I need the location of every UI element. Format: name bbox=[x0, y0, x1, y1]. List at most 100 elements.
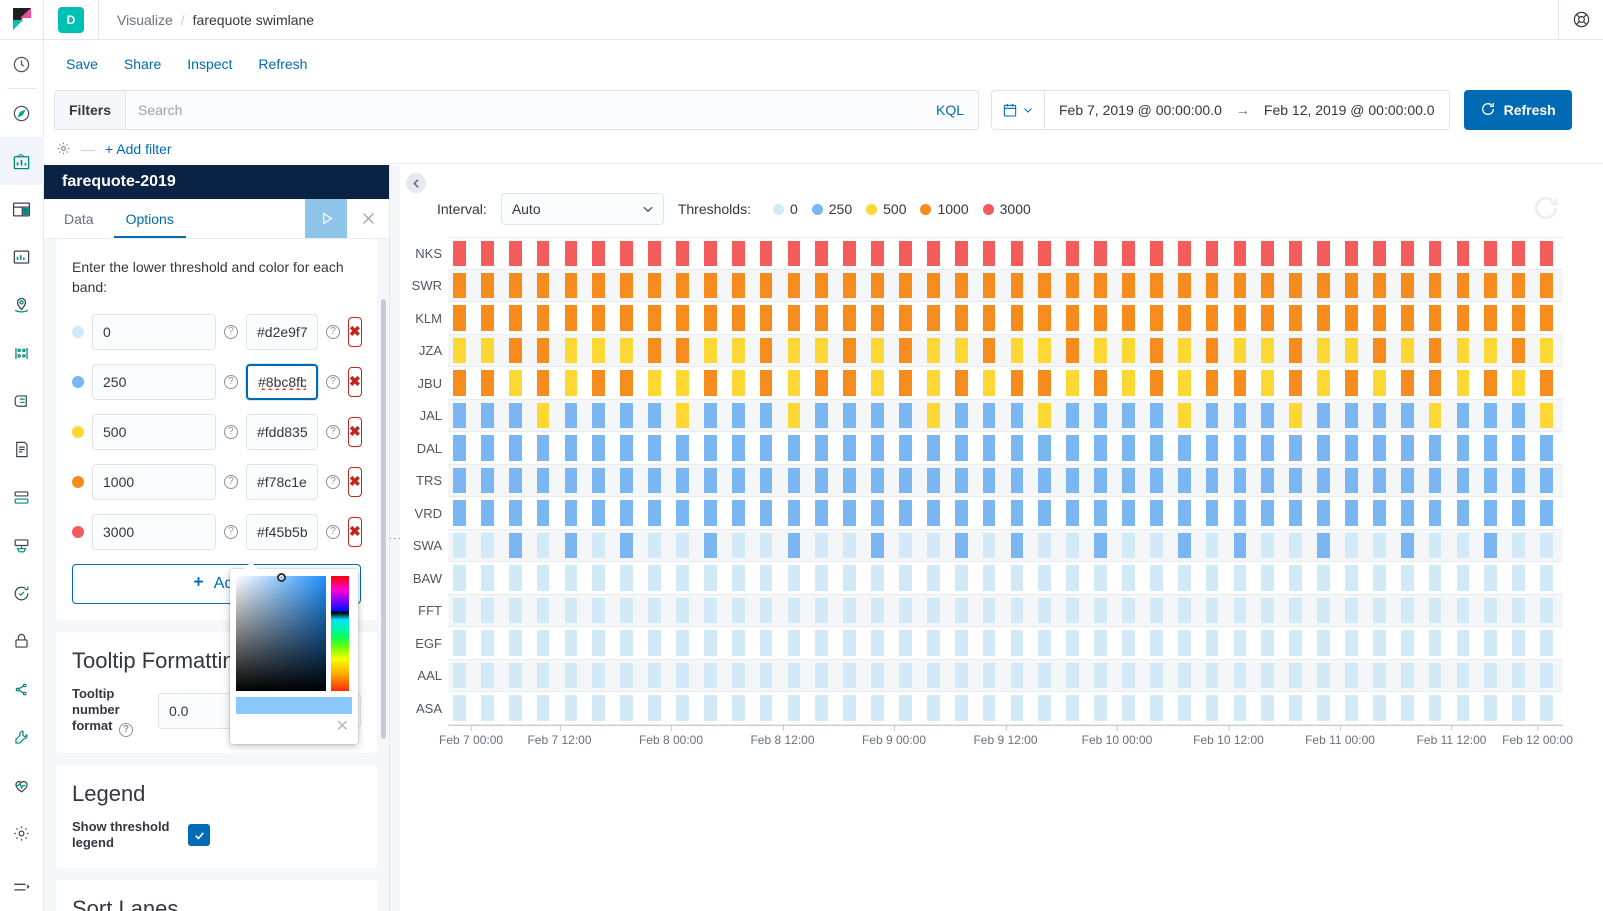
swimlane-bar[interactable] bbox=[1400, 241, 1414, 266]
swimlane-bar[interactable] bbox=[1345, 500, 1358, 526]
swimlane-cell[interactable] bbox=[1033, 627, 1061, 659]
swimlane-cell[interactable] bbox=[699, 335, 727, 367]
hue-slider[interactable] bbox=[331, 575, 349, 691]
swimlane-bar[interactable] bbox=[815, 435, 829, 461]
swimlane-bar[interactable] bbox=[480, 662, 494, 688]
swimlane-cell[interactable] bbox=[1396, 562, 1424, 594]
swimlane-cell[interactable] bbox=[587, 302, 615, 334]
swimlane-cell[interactable] bbox=[1256, 238, 1284, 269]
swimlane-bar[interactable] bbox=[1428, 500, 1442, 526]
swimlane-cell[interactable] bbox=[560, 270, 588, 302]
swimlane-cell[interactable] bbox=[560, 465, 588, 497]
swimlane-cell[interactable] bbox=[504, 238, 532, 269]
swimlane-cell[interactable] bbox=[587, 530, 615, 562]
swimlane-bar[interactable] bbox=[1094, 402, 1107, 428]
swimlane-bar[interactable] bbox=[954, 500, 968, 526]
swimlane-bar[interactable] bbox=[1066, 695, 1080, 721]
swimlane-bar[interactable] bbox=[1428, 370, 1442, 396]
swimlane-bar[interactable] bbox=[676, 597, 689, 623]
swimlane-bar[interactable] bbox=[1177, 272, 1191, 298]
swimlane-bar[interactable] bbox=[1372, 370, 1386, 396]
swimlane-cell[interactable] bbox=[783, 270, 811, 302]
swimlane-bar[interactable] bbox=[592, 597, 606, 623]
swimlane-bar[interactable] bbox=[954, 565, 968, 591]
swimlane-cell[interactable] bbox=[950, 595, 978, 627]
swimlane-cell[interactable] bbox=[978, 627, 1006, 659]
swimlane-cell[interactable] bbox=[448, 465, 476, 497]
swimlane-cell[interactable] bbox=[615, 497, 643, 529]
swimlane-bar[interactable] bbox=[759, 630, 773, 656]
swimlane-cell[interactable] bbox=[476, 238, 504, 269]
swimlane-cell[interactable] bbox=[894, 400, 922, 432]
swimlane-cell[interactable] bbox=[532, 627, 560, 659]
swimlane-cell[interactable] bbox=[1452, 400, 1480, 432]
swimlane-cell[interactable] bbox=[615, 238, 643, 269]
swimlane-bar[interactable] bbox=[564, 337, 578, 363]
swimlane-cell[interactable] bbox=[950, 530, 978, 562]
swimlane-bar[interactable] bbox=[592, 500, 606, 526]
swimlane-cell[interactable] bbox=[1452, 595, 1480, 627]
swimlane-bar[interactable] bbox=[1038, 305, 1052, 331]
swimlane-cell[interactable] bbox=[1117, 238, 1145, 269]
band-color-input[interactable] bbox=[246, 463, 318, 500]
swimlane-cell[interactable] bbox=[1256, 530, 1284, 562]
swimlane-cell[interactable] bbox=[1145, 302, 1173, 334]
swimlane-cell[interactable] bbox=[810, 530, 838, 562]
swimlane-cell[interactable] bbox=[1396, 595, 1424, 627]
swimlane-cell[interactable] bbox=[1340, 562, 1368, 594]
swimlane-bar[interactable] bbox=[1484, 695, 1498, 721]
swimlane-bar[interactable] bbox=[536, 435, 550, 461]
date-range-display[interactable]: Feb 7, 2019 @ 00:00:00.0 → Feb 12, 2019 … bbox=[1045, 102, 1449, 118]
swimlane-bar[interactable] bbox=[676, 370, 689, 396]
swimlane-bar[interactable] bbox=[787, 305, 801, 331]
swimlane-bar[interactable] bbox=[787, 435, 801, 461]
swimlane-bar[interactable] bbox=[1317, 305, 1330, 331]
swimlane-cell[interactable] bbox=[643, 692, 671, 724]
swimlane-bar[interactable] bbox=[1317, 565, 1330, 591]
swimlane-bar[interactable] bbox=[1066, 500, 1080, 526]
swimlane-cell[interactable] bbox=[755, 595, 783, 627]
swimlane-bar[interactable] bbox=[759, 467, 773, 493]
swimlane-cell[interactable] bbox=[1396, 400, 1424, 432]
swimlane-bar[interactable] bbox=[1484, 370, 1498, 396]
swimlane-cell[interactable] bbox=[1117, 465, 1145, 497]
swimlane-bar[interactable] bbox=[787, 630, 801, 656]
swimlane-bar[interactable] bbox=[1205, 402, 1219, 428]
swimlane-bar[interactable] bbox=[1149, 500, 1163, 526]
swimlane-cell[interactable] bbox=[866, 465, 894, 497]
swimlane-cell[interactable] bbox=[1284, 400, 1312, 432]
swimlane-cell[interactable] bbox=[922, 627, 950, 659]
swimlane-cell[interactable] bbox=[1452, 302, 1480, 334]
swimlane-bar[interactable] bbox=[899, 597, 912, 623]
swimlane-cell[interactable] bbox=[615, 367, 643, 399]
swimlane-bar[interactable] bbox=[731, 630, 745, 656]
show-threshold-legend-checkbox[interactable] bbox=[188, 824, 210, 847]
swimlane-cell[interactable] bbox=[671, 302, 699, 334]
swimlane-bar[interactable] bbox=[731, 532, 745, 558]
swimlane-bar[interactable] bbox=[899, 272, 912, 298]
swimlane-cell[interactable] bbox=[1006, 660, 1034, 692]
swimlane-cell[interactable] bbox=[1452, 692, 1480, 724]
swimlane-cell[interactable] bbox=[727, 335, 755, 367]
swimlane-bar[interactable] bbox=[620, 597, 634, 623]
swimlane-bar[interactable] bbox=[620, 500, 634, 526]
swimlane-bar[interactable] bbox=[1010, 305, 1024, 331]
swimlane-cell[interactable] bbox=[866, 627, 894, 659]
swimlane-cell[interactable] bbox=[1173, 692, 1201, 724]
swimlane-bar[interactable] bbox=[1372, 662, 1386, 688]
swimlane-cell[interactable] bbox=[1424, 270, 1452, 302]
swimlane-cell[interactable] bbox=[978, 335, 1006, 367]
swimlane-bar[interactable] bbox=[899, 532, 912, 558]
swimlane-cell[interactable] bbox=[643, 465, 671, 497]
swimlane-cell[interactable] bbox=[1089, 692, 1117, 724]
sidebar-item-canvas[interactable] bbox=[0, 233, 44, 281]
swimlane-bar[interactable] bbox=[787, 532, 801, 558]
swimlane-cell[interactable] bbox=[866, 562, 894, 594]
swimlane-bar[interactable] bbox=[815, 695, 829, 721]
swimlane-cell[interactable] bbox=[476, 400, 504, 432]
swimlane-bar[interactable] bbox=[731, 305, 745, 331]
band-color-input[interactable] bbox=[246, 413, 318, 450]
swimlane-bar[interactable] bbox=[1372, 402, 1386, 428]
swimlane-cell[interactable] bbox=[1424, 530, 1452, 562]
swimlane-bar[interactable] bbox=[1177, 370, 1191, 396]
